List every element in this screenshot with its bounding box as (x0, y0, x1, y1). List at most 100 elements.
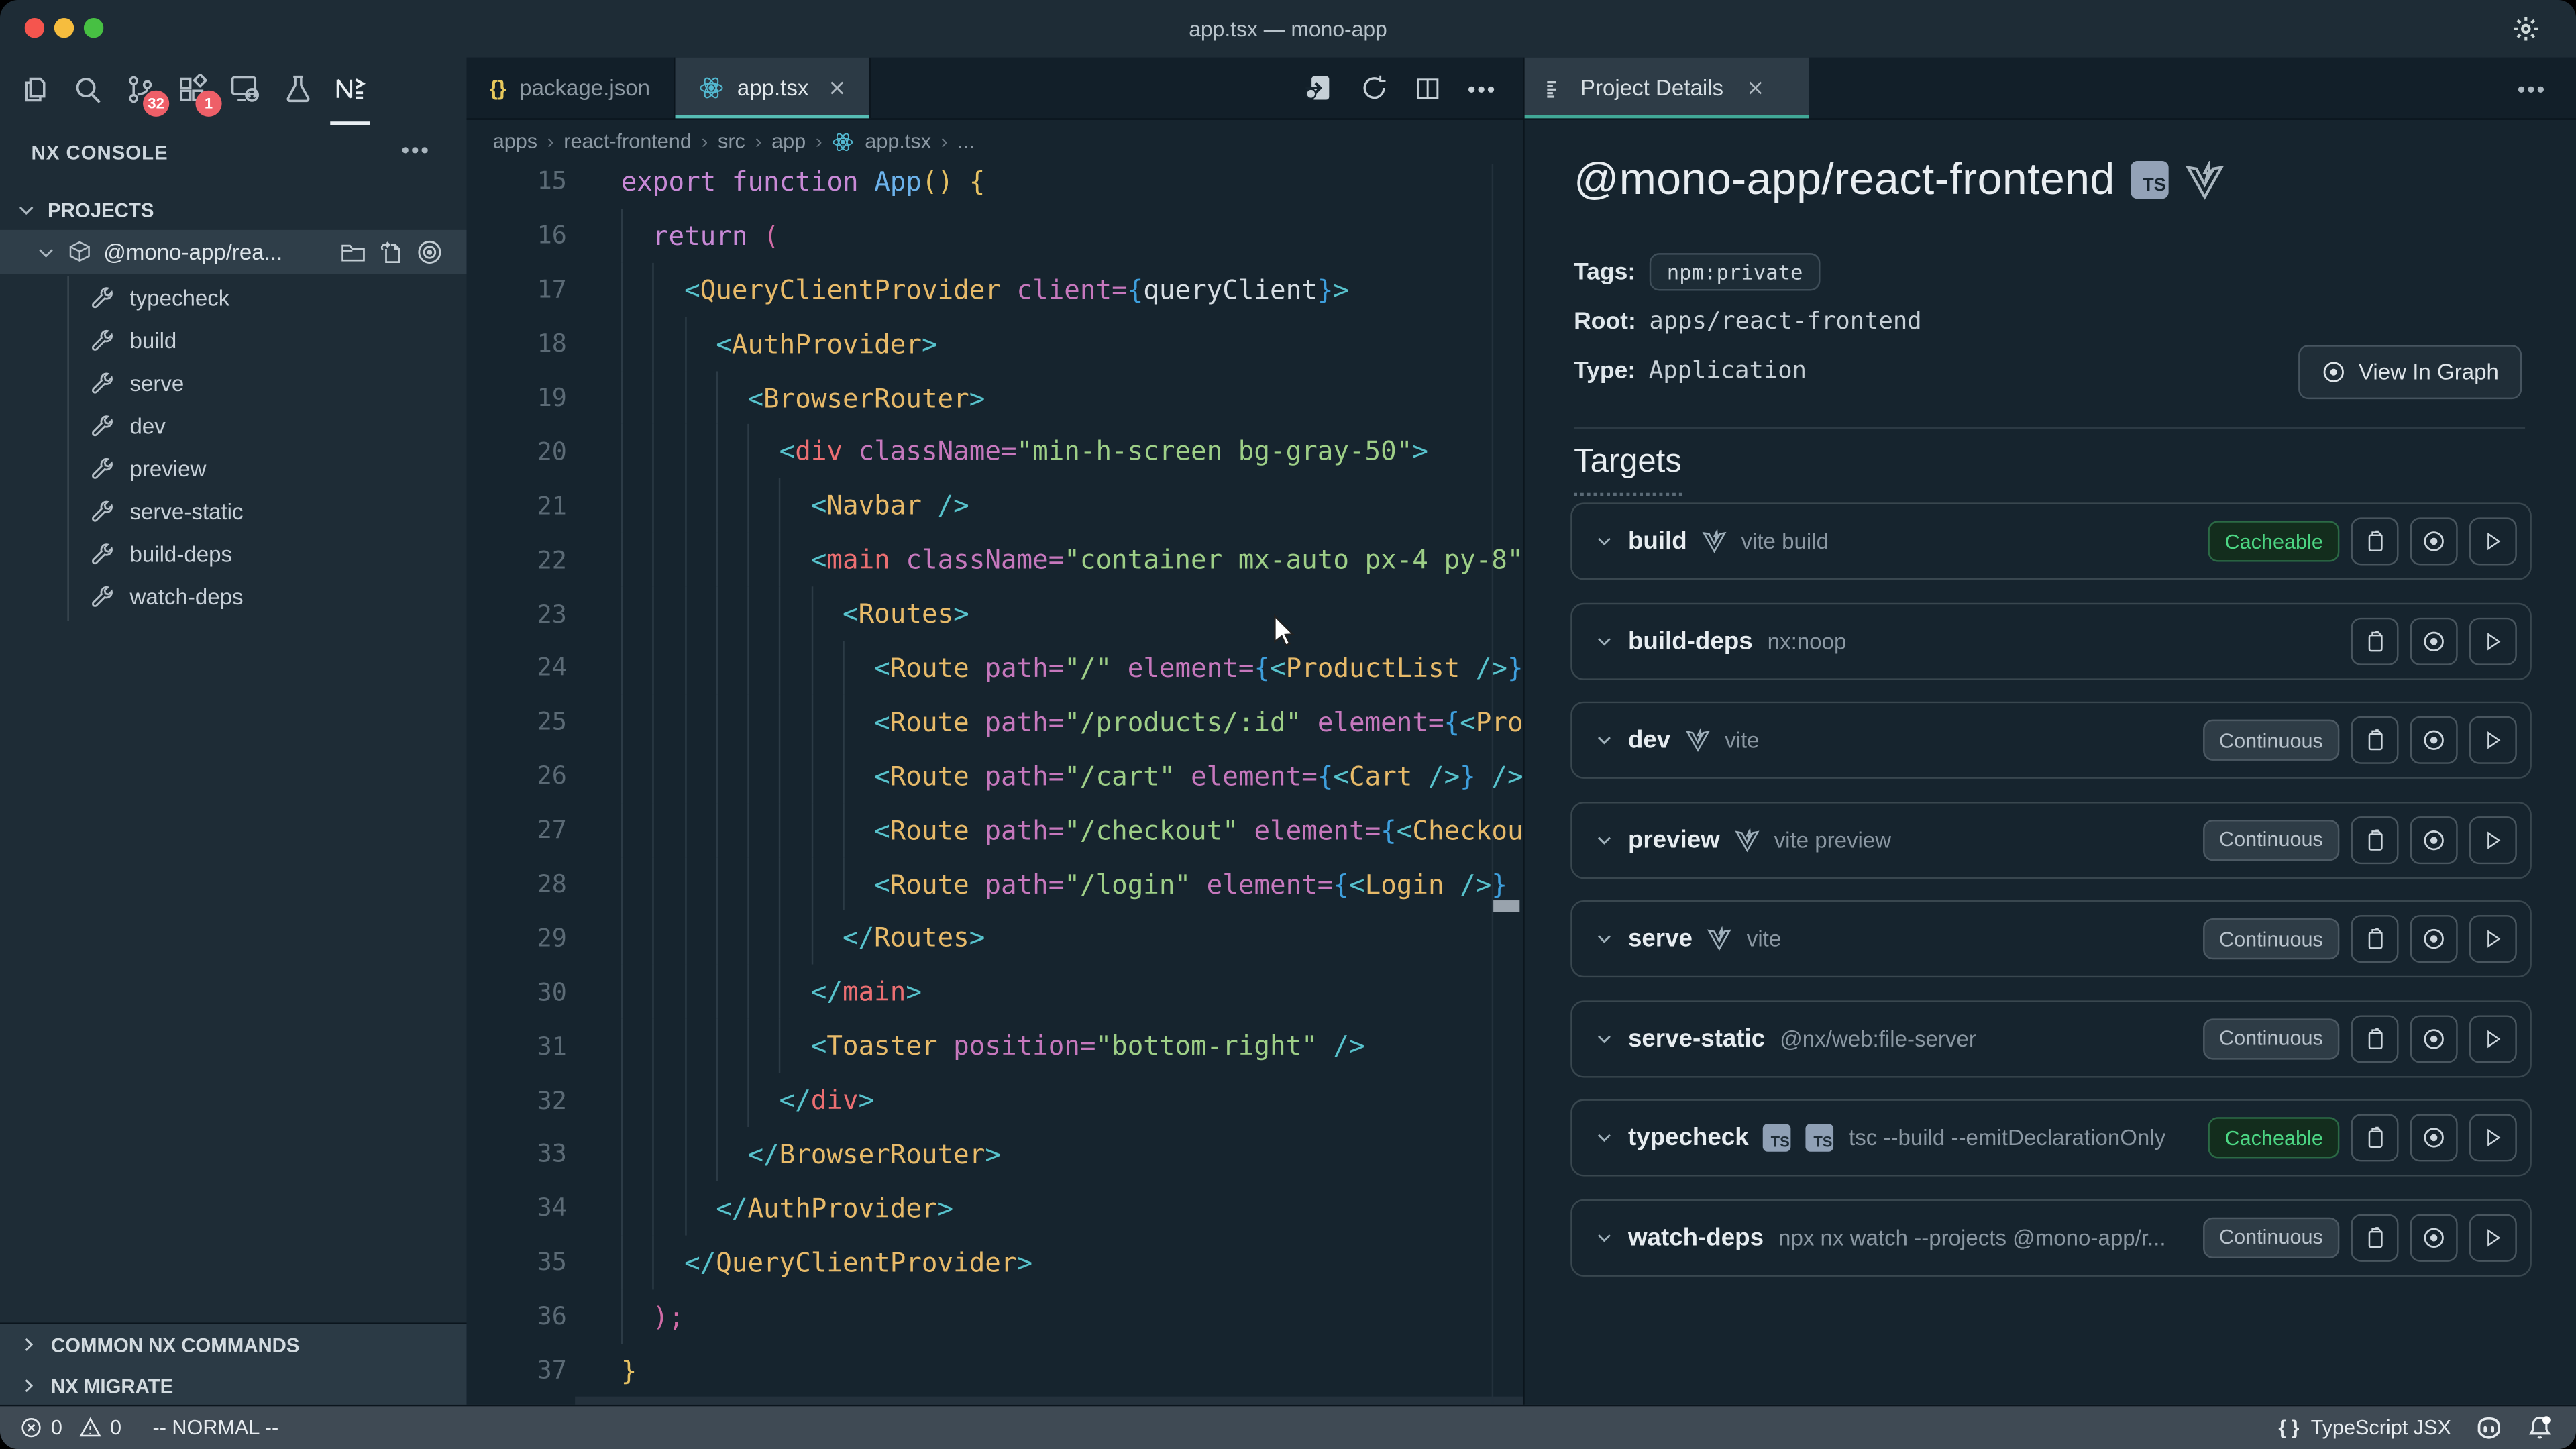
chevron-down-icon[interactable] (1595, 731, 1613, 749)
run-target-button[interactable] (2469, 1114, 2517, 1161)
sidebar-item-build[interactable]: build (0, 319, 467, 362)
projects-section-header[interactable]: PROJECTS (0, 191, 467, 228)
breadcrumb-item[interactable]: src (718, 129, 745, 152)
code-line-24[interactable]: 24 <Route path="/" element={<ProductList… (467, 641, 1523, 695)
chevron-down-icon[interactable] (1595, 632, 1613, 650)
code-line-27[interactable]: 27 <Route path="/checkout" element={<Che… (467, 803, 1523, 857)
view-in-graph-button[interactable] (2410, 1114, 2458, 1161)
sidebar-item-typecheck[interactable]: typecheck (0, 276, 467, 319)
breadcrumb-item[interactable]: apps (493, 129, 537, 152)
problems-indicator[interactable]: 0 0 -- NORMAL -- (0, 1416, 278, 1439)
sidebar-item-preview[interactable]: preview (0, 447, 467, 490)
code-line-36[interactable]: 36 ); (467, 1289, 1523, 1344)
copy-button[interactable] (2351, 816, 2398, 863)
chevron-down-icon[interactable] (1595, 1029, 1613, 1047)
copy-button[interactable] (2351, 716, 2398, 764)
split-editor-icon[interactable] (1415, 74, 1441, 101)
open-project-details-icon[interactable] (1303, 72, 1335, 104)
code-line-34[interactable]: 34 </AuthProvider> (467, 1181, 1523, 1236)
chevron-down-icon[interactable] (1595, 532, 1613, 550)
run-target-button[interactable] (2469, 716, 2517, 764)
sidebar-item-serve-static[interactable]: serve-static (0, 490, 467, 533)
code-line-17[interactable]: 17 <QueryClientProvider client={queryCli… (467, 262, 1523, 317)
close-icon[interactable] (828, 79, 847, 97)
code-line-20[interactable]: 20 <div className="min-h-screen bg-gray-… (467, 425, 1523, 479)
target-card-watch-deps[interactable]: watch-depsnpx nx watch --projects @mono-… (1570, 1199, 2532, 1276)
sidebar-section-nx-migrate[interactable]: NX MIGRATE (0, 1365, 467, 1406)
run-target-button[interactable] (2469, 816, 2517, 863)
view-in-graph-button[interactable] (2410, 816, 2458, 863)
view-in-graph-button[interactable] (2410, 716, 2458, 764)
breadcrumb-item[interactable]: app (771, 129, 806, 152)
sidebar-item-build-deps[interactable]: build-deps (0, 532, 467, 575)
sidebar-item-project[interactable]: @mono-app/rea... (0, 230, 467, 274)
explorer-icon[interactable] (16, 67, 52, 110)
code-line-35[interactable]: 35 </QueryClientProvider> (467, 1235, 1523, 1289)
code-line-25[interactable]: 25 <Route path="/products/:id" element={… (467, 695, 1523, 749)
target-card-build-deps[interactable]: build-depsnx:noop (1570, 602, 2532, 680)
copy-button[interactable] (2351, 915, 2398, 963)
tab-project-details[interactable]: Project Details (1525, 58, 1809, 119)
chevron-down-icon[interactable] (1595, 1228, 1613, 1246)
gear-icon[interactable] (2512, 15, 2540, 43)
folder-icon[interactable] (340, 239, 366, 265)
sidebar-section-common-nx-commands[interactable]: COMMON NX COMMANDS (0, 1324, 467, 1365)
goto-config-file-icon[interactable] (378, 239, 404, 265)
view-in-graph-button[interactable] (2410, 1014, 2458, 1062)
sidebar-more-icon[interactable]: ••• (401, 136, 430, 162)
sidebar-item-serve[interactable]: serve (0, 362, 467, 405)
view-in-graph-button[interactable] (2410, 1214, 2458, 1261)
copilot-icon[interactable] (2474, 1415, 2504, 1440)
code-line-16[interactable]: 16 return ( (467, 209, 1523, 263)
copy-button[interactable] (2351, 1114, 2398, 1161)
breadcrumb-item[interactable]: react-frontend (564, 129, 692, 152)
target-card-typecheck[interactable]: typecheckTSTStsc --build --emitDeclarati… (1570, 1099, 2532, 1176)
more-actions-icon[interactable]: ••• (1468, 74, 1497, 101)
nx-console-icon[interactable] (332, 67, 368, 110)
copy-button[interactable] (2351, 517, 2398, 565)
code-line-19[interactable]: 19 <BrowserRouter> (467, 370, 1523, 425)
view-in-graph-button[interactable]: View In Graph (2298, 345, 2522, 399)
target-card-serve-static[interactable]: serve-static@nx/web:file-serverContinuou… (1570, 1000, 2532, 1077)
run-target-button[interactable] (2469, 617, 2517, 665)
code-line-15[interactable]: 15export function App() { (467, 164, 1523, 209)
run-target-button[interactable] (2469, 1014, 2517, 1062)
breadcrumb-item[interactable]: app.tsx (832, 129, 931, 152)
chevron-down-icon[interactable] (1595, 830, 1613, 849)
target-card-dev[interactable]: devviteContinuous (1570, 702, 2532, 779)
code-line-29[interactable]: 29 </Routes> (467, 911, 1523, 965)
code-line-38[interactable]: 38 (467, 1397, 1523, 1405)
extensions-icon[interactable]: 1 (174, 67, 211, 110)
language-mode[interactable]: { } TypeScript JSX (2278, 1416, 2451, 1439)
testing-icon[interactable] (279, 67, 315, 110)
view-in-graph-button[interactable] (2410, 517, 2458, 565)
code-line-26[interactable]: 26 <Route path="/cart" element={<Cart />… (467, 749, 1523, 803)
code-line-22[interactable]: 22 <main className="container mx-auto px… (467, 533, 1523, 587)
overview-ruler-cursor[interactable] (1493, 900, 1519, 912)
notifications-bell-icon[interactable] (2527, 1415, 2553, 1441)
sidebar-item-watch-deps[interactable]: watch-deps (0, 575, 467, 618)
source-control-icon[interactable]: 32 (121, 67, 158, 110)
close-icon[interactable] (1746, 79, 1764, 97)
copy-button[interactable] (2351, 617, 2398, 665)
target-card-preview[interactable]: previewvite previewContinuous (1570, 801, 2532, 878)
target-card-build[interactable]: buildvite buildCacheable (1570, 502, 2532, 580)
code-line-23[interactable]: 23 <Routes> (467, 587, 1523, 641)
code-editor[interactable]: 15export function App() {16 return (17 <… (467, 164, 1523, 1405)
code-line-31[interactable]: 31 <Toaster position="bottom-right" /> (467, 1019, 1523, 1073)
view-in-graph-button[interactable] (2410, 915, 2458, 963)
code-line-30[interactable]: 30 </main> (467, 965, 1523, 1019)
code-line-33[interactable]: 33 </BrowserRouter> (467, 1127, 1523, 1181)
chevron-down-icon[interactable] (1595, 1128, 1613, 1146)
tab-package-json[interactable]: {} package.json (467, 58, 675, 119)
copy-button[interactable] (2351, 1214, 2398, 1261)
sidebar-item-dev[interactable]: dev (0, 404, 467, 447)
code-line-37[interactable]: 37} (467, 1343, 1523, 1397)
chevron-down-icon[interactable] (1595, 930, 1613, 948)
run-target-button[interactable] (2469, 915, 2517, 963)
run-target-button[interactable] (2469, 517, 2517, 565)
remote-explorer-icon[interactable] (227, 67, 263, 110)
code-line-18[interactable]: 18 <AuthProvider> (467, 317, 1523, 371)
panel-more-icon[interactable]: ••• (2518, 74, 2576, 101)
code-line-32[interactable]: 32 </div> (467, 1073, 1523, 1128)
